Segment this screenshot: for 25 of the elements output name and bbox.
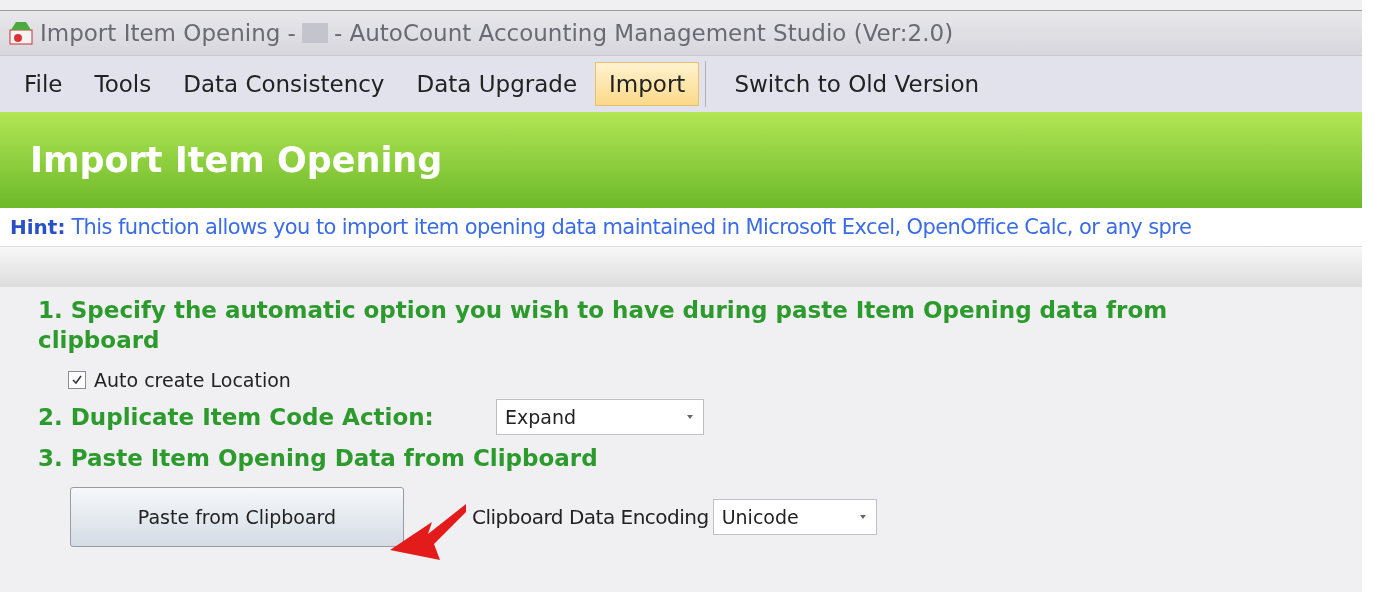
window-title: - AutoCount Accounting Management Studio (Ver:2.0) [333, 20, 954, 46]
hint-text: This function allows you to import item opening data maintained in Microsoft Excel, OpenOffice Calc, or any spre [71, 215, 1192, 239]
menu-tab[interactable]: Tools [80, 62, 166, 106]
redacted-block [301, 23, 328, 43]
hint-label: Hint: [10, 215, 66, 239]
menu-tab[interactable]: Data Upgrade [402, 62, 592, 106]
menu-tab[interactable]: Data Consistency [169, 62, 399, 106]
window-title: Import Item Opening - [40, 20, 296, 46]
app-icon [8, 20, 34, 46]
dropdown[interactable]: Unicode [712, 499, 877, 535]
step-heading: 2. Duplicate Item Code Action: [38, 403, 435, 432]
paste-button[interactable]: Paste from Clipboard [70, 487, 404, 547]
encoding-label: Clipboard Data Encoding [472, 505, 709, 529]
checkbox-label: Auto create Location [94, 369, 291, 391]
step-heading: 1. Specify the automatic option you wish to have during paste Item Opening data from clipboard [38, 296, 1169, 355]
menu-tab[interactable]: Import [595, 62, 700, 106]
dropdown[interactable]: Expand [496, 399, 704, 435]
menu-tab[interactable]: Switch to Old Version [720, 62, 994, 106]
caret-icon [685, 414, 695, 420]
banner-title: Import Item Opening [30, 140, 443, 180]
menu-tab[interactable]: File [10, 62, 77, 106]
caret-icon [857, 514, 868, 520]
step-heading: 3. Paste Item Opening Data from Clipboard [38, 444, 599, 473]
check-icon [71, 374, 83, 386]
checkbox[interactable] [68, 371, 86, 389]
